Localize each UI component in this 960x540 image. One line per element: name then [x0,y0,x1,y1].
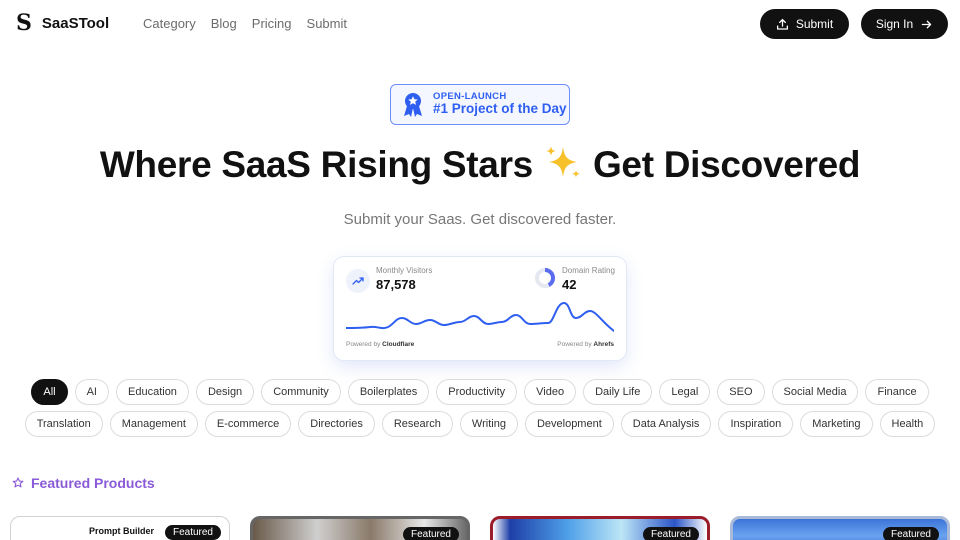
category-chip-video[interactable]: Video [524,379,577,405]
domain-rating-ring [535,268,555,288]
category-chip-health[interactable]: Health [879,411,936,437]
category-chip-seo[interactable]: SEO [717,379,765,405]
featured-products-heading: Featured Products [12,475,155,491]
category-chip-management[interactable]: Management [109,411,198,437]
category-chip-inspiration[interactable]: Inspiration [718,411,794,437]
powered-by-cloudflare: Powered by Cloudflare [346,341,414,348]
product-card[interactable]: Prompt Builder Featured [10,516,230,540]
category-chip-social-media[interactable]: Social Media [771,379,859,405]
sign-in-button[interactable]: Sign In [861,9,948,39]
cloudflare-brand: Cloudflare [382,341,415,348]
nav-pricing[interactable]: Pricing [252,16,292,31]
logo-text: SaaSTool [41,14,110,32]
badge-title: #1 Project of the Day [433,101,567,117]
category-chip-daily-life[interactable]: Daily Life [583,379,653,405]
logo[interactable]: S SaaSTool [16,12,109,34]
hero-title-part2: Get Discovered [592,144,861,185]
category-chip-productivity[interactable]: Productivity [436,379,518,405]
product-card-title: Prompt Builder [89,526,155,536]
hero-title-part1: Where SaaS Rising Stars [99,144,533,185]
traffic-stats-card: Monthly Visitors 87,578 Domain Rating 42… [334,257,626,360]
product-card[interactable]: Featured [250,516,470,540]
category-chip-writing[interactable]: Writing [459,411,518,437]
category-chip-education[interactable]: Education [116,379,189,405]
ahrefs-brand: Ahrefs [593,341,614,348]
category-chip-ai[interactable]: AI [74,379,109,405]
category-chip-data-analysis[interactable]: Data Analysis [620,411,712,437]
featured-title: Featured Products [31,475,155,491]
category-row-2: Translation Management E-commerce Directori… [0,411,960,437]
visitors-sparkline [346,302,614,332]
category-chip-community[interactable]: Community [261,379,341,405]
rating-label: Domain Rating [562,266,615,275]
category-chip-finance[interactable]: Finance [865,379,929,405]
nav-blog[interactable]: Blog [211,16,237,31]
powered-prefix-right: Powered by [557,341,592,348]
main-nav: Category Blog Pricing Submit [143,16,347,31]
category-chip-boilerplates[interactable]: Boilerplates [347,379,430,405]
trending-up-icon-wrap [346,269,370,293]
submit-button-label: Submit [795,17,834,31]
visitors-value: 87,578 [376,277,416,292]
category-chip-directories[interactable]: Directories [298,411,375,437]
star-outline-icon [12,477,24,488]
upload-icon [776,18,788,30]
submit-button[interactable]: Submit [760,9,849,39]
category-chip-all[interactable]: All [31,379,68,405]
hero-title: Where SaaS Rising Stars Get Discovered [0,143,960,186]
visitors-label: Monthly Visitors [376,266,433,275]
featured-tag: Featured [882,527,939,540]
featured-tag: Featured [642,527,699,540]
category-chip-marketing[interactable]: Marketing [800,411,873,437]
trending-up-icon [352,277,364,285]
nav-submit[interactable]: Submit [307,16,347,31]
category-chip-translation[interactable]: Translation [24,411,103,437]
site-header: S SaaSTool Category Blog Pricing Submit … [0,0,960,48]
powered-by-ahrefs: Powered by Ahrefs [557,341,614,348]
category-chip-e-commerce[interactable]: E-commerce [204,411,292,437]
category-chip-research[interactable]: Research [381,411,453,437]
sign-in-button-label: Sign In [875,17,914,31]
arrow-right-icon [921,20,932,28]
featured-tag: Featured [164,525,221,540]
sparkles-icon [545,146,580,178]
featured-tag: Featured [402,527,459,540]
product-card[interactable]: Featured [490,516,710,540]
category-chip-design[interactable]: Design [195,379,255,405]
rating-value: 42 [562,277,577,292]
nav-category[interactable]: Category [143,16,196,31]
category-row-1: All AI Education Design Community Boilerplate… [0,379,960,405]
hero-subtitle: Submit your Saas. Get discovered faster. [343,211,617,228]
logo-mark: S [16,10,32,36]
project-of-day-badge[interactable]: OPEN-LAUNCH #1 Project of the Day [390,84,570,125]
visitors-sparkline-line [346,302,614,332]
award-ribbon-icon [404,92,422,117]
category-chip-development[interactable]: Development [524,411,614,437]
product-card[interactable]: Featured [730,516,950,540]
powered-prefix-left: Powered by [346,341,381,348]
category-chip-legal[interactable]: Legal [659,379,711,405]
